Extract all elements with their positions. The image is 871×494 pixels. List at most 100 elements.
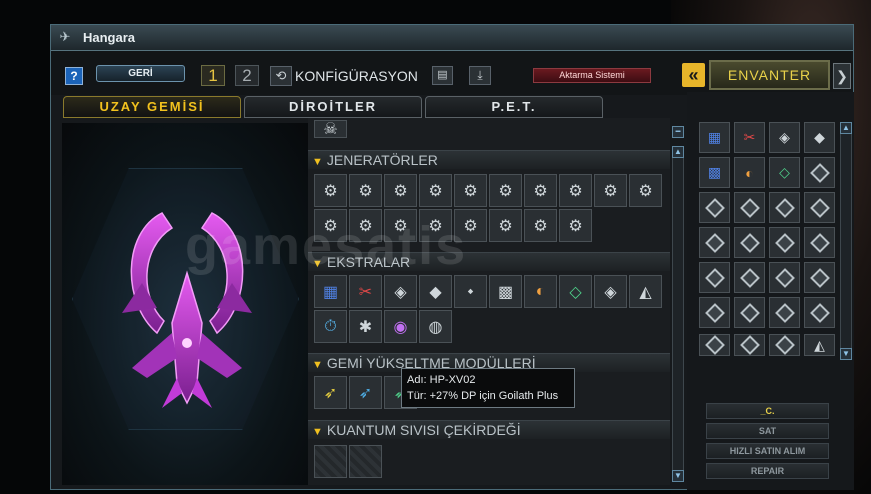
inventory-slot[interactable] xyxy=(769,334,800,356)
inventory-slot[interactable]: ✂ xyxy=(734,122,765,153)
tab-drones[interactable]: DİROİTLER xyxy=(244,96,422,118)
generator-slot[interactable]: ⚙ xyxy=(559,174,592,207)
config-1-button[interactable]: 1 xyxy=(201,65,225,86)
generator-slot[interactable]: ⚙ xyxy=(384,209,417,242)
quick-buy-button[interactable]: HIZLI SATIN ALIM xyxy=(706,443,829,459)
tab-pet[interactable]: P.E.T. xyxy=(425,96,603,118)
generator-slot[interactable]: ⚙ xyxy=(454,209,487,242)
inventory-slot[interactable] xyxy=(769,227,800,258)
inventory-slot[interactable] xyxy=(734,334,765,356)
extras-row-2: ⏱ ✱ ◉ ◍ xyxy=(314,310,454,343)
inventory-slot[interactable]: ◇ xyxy=(769,157,800,188)
inventory-slot[interactable] xyxy=(804,297,835,328)
extra-slot[interactable]: ⬩ xyxy=(454,275,487,308)
inventory-slot[interactable] xyxy=(734,227,765,258)
c-button[interactable]: _C. xyxy=(706,403,829,419)
generator-slot[interactable]: ⚙ xyxy=(489,209,522,242)
inventory-slot[interactable] xyxy=(734,297,765,328)
collapse-arrow-icon[interactable]: ▼ xyxy=(312,255,323,273)
title-bar[interactable]: ✈ Hangara xyxy=(51,25,853,51)
extra-slot[interactable]: ✱ xyxy=(349,310,382,343)
inventory-slot[interactable] xyxy=(734,192,765,223)
equipment-panel: ☠ ▼ JENERATÖRLER ⚙ ⚙ ⚙ ⚙ ⚙ ⚙ ⚙ ⚙ ⚙ ⚙ ⚙ ⚙ … xyxy=(308,118,670,485)
extra-slot[interactable]: ◍ xyxy=(419,310,452,343)
extra-slot[interactable]: ▦ xyxy=(314,275,347,308)
inventory-slot[interactable] xyxy=(699,262,730,293)
inventory-slot[interactable]: ▦ xyxy=(699,122,730,153)
inventory-scrollbar[interactable] xyxy=(840,122,852,360)
inventory-prev-button[interactable]: « xyxy=(682,63,705,87)
inventory-scroll-up-button[interactable]: ▲ xyxy=(840,122,852,134)
inventory-slot[interactable]: ▩ xyxy=(699,157,730,188)
inventory-slot[interactable] xyxy=(769,192,800,223)
item-slot[interactable]: ☠ xyxy=(314,120,347,138)
inventory-slot[interactable] xyxy=(769,262,800,293)
collapse-all-button[interactable]: ━ xyxy=(672,126,684,138)
extra-slot[interactable]: ✂ xyxy=(349,275,382,308)
inventory-slot[interactable]: ◐ xyxy=(734,157,765,188)
sell-button[interactable]: SAT xyxy=(706,423,829,439)
transfer-system-button[interactable]: Aktarma Sistemi xyxy=(533,68,651,83)
inventory-slot[interactable] xyxy=(699,334,730,356)
extra-slot[interactable]: ◉ xyxy=(384,310,417,343)
inventory-slot[interactable] xyxy=(734,262,765,293)
inventory-slot[interactable] xyxy=(804,227,835,258)
extra-slot[interactable]: ◈ xyxy=(384,275,417,308)
config-switch-icon[interactable]: ⟲ xyxy=(270,66,292,86)
scroll-up-button[interactable]: ▲ xyxy=(672,146,684,158)
generator-slot[interactable]: ⚙ xyxy=(629,174,662,207)
tab-spaceship[interactable]: UZAY GEMİSİ xyxy=(63,96,241,118)
generator-slot[interactable]: ⚙ xyxy=(314,174,347,207)
extra-slot[interactable]: ⏱ xyxy=(314,310,347,343)
repair-button[interactable]: REPAIR xyxy=(706,463,829,479)
help-button[interactable]: ? xyxy=(65,67,83,85)
extra-slot[interactable]: ◭ xyxy=(629,275,662,308)
generator-slot[interactable]: ⚙ xyxy=(524,174,557,207)
generator-slot[interactable]: ⚙ xyxy=(489,174,522,207)
extra-slot[interactable]: ◈ xyxy=(594,275,627,308)
module-icon xyxy=(739,197,760,218)
collapse-arrow-icon[interactable]: ▼ xyxy=(312,423,323,441)
generator-slot[interactable]: ⚙ xyxy=(524,209,557,242)
collapse-arrow-icon[interactable]: ▼ xyxy=(312,356,323,374)
inventory-slot[interactable]: ◆ xyxy=(804,122,835,153)
generator-slot[interactable]: ⚙ xyxy=(349,174,382,207)
inventory-slot[interactable] xyxy=(804,157,835,188)
upgrade-slot[interactable]: ➶ xyxy=(349,376,382,409)
inventory-scroll-down-button[interactable]: ▼ xyxy=(840,348,852,360)
quantum-slot[interactable] xyxy=(349,445,382,478)
collapse-arrow-icon[interactable]: ▼ xyxy=(312,153,323,171)
generator-slot[interactable]: ⚙ xyxy=(419,174,452,207)
inventory-slot[interactable] xyxy=(699,227,730,258)
inventory-slot[interactable] xyxy=(699,297,730,328)
upgrade-slot[interactable]: ➶ xyxy=(314,376,347,409)
quantum-slot[interactable] xyxy=(314,445,347,478)
inventory-slot[interactable]: ◈ xyxy=(769,122,800,153)
config-2-button[interactable]: 2 xyxy=(235,65,259,86)
generator-slot[interactable]: ⚙ xyxy=(419,209,452,242)
back-button[interactable]: GERİ xyxy=(96,65,185,82)
extra-slot[interactable]: ◆ xyxy=(419,275,452,308)
inventory-slot[interactable]: ◭ xyxy=(804,334,835,356)
inventory-slot[interactable] xyxy=(769,297,800,328)
inventory-slot[interactable] xyxy=(699,192,730,223)
download-icon[interactable]: ⤓ xyxy=(469,66,491,85)
extra-slot[interactable]: ◐ xyxy=(524,275,557,308)
center-scrollbar[interactable] xyxy=(672,146,684,476)
inventory-slot[interactable] xyxy=(804,192,835,223)
inventory-next-button[interactable]: ❯ xyxy=(833,63,851,89)
inventory-slot[interactable] xyxy=(804,262,835,293)
config-label: KONFİGÜRASYON xyxy=(295,68,418,84)
generator-slot[interactable]: ⚙ xyxy=(559,209,592,242)
generator-slot[interactable]: ⚙ xyxy=(384,174,417,207)
generator-slot[interactable]: ⚙ xyxy=(454,174,487,207)
generator-slot[interactable]: ⚙ xyxy=(349,209,382,242)
generator-slot[interactable]: ⚙ xyxy=(314,209,347,242)
inventory-button[interactable]: ENVANTER xyxy=(709,60,830,90)
generators-row-2: ⚙ ⚙ ⚙ ⚙ ⚙ ⚙ ⚙ ⚙ xyxy=(314,209,594,242)
scroll-down-button[interactable]: ▼ xyxy=(672,470,684,482)
generator-slot[interactable]: ⚙ xyxy=(594,174,627,207)
extra-slot[interactable]: ▩ xyxy=(489,275,522,308)
save-icon[interactable]: ▤ xyxy=(432,66,453,85)
extra-slot[interactable]: ◇ xyxy=(559,275,592,308)
